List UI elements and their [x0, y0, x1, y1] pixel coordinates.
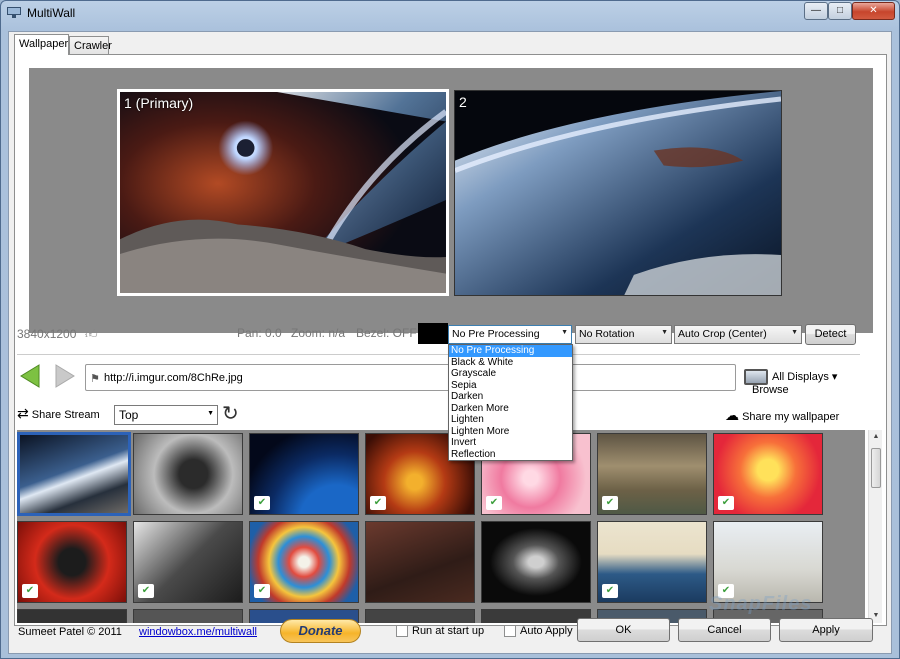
sort-combo[interactable]: Top: [114, 405, 218, 425]
scrollbar-thumb[interactable]: [871, 448, 881, 488]
wallpaper-thumbnail[interactable]: [133, 433, 243, 515]
tab-crawler[interactable]: Crawler: [69, 36, 112, 55]
grid-scrollbar[interactable]: ▲ ▼: [868, 430, 882, 623]
refresh-icon[interactable]: ↻: [222, 404, 239, 424]
bezel-status: Bezel: OFF: [356, 326, 417, 340]
app-icon: [7, 7, 21, 18]
ok-button[interactable]: OK: [577, 618, 670, 642]
wallpaper-thumbnail[interactable]: [481, 521, 591, 603]
all-displays-selector[interactable]: All Displays ▾: [744, 369, 837, 385]
close-button[interactable]: ✕: [852, 2, 895, 20]
share-stream-label: Share Stream: [31, 409, 100, 421]
rotation-combo[interactable]: No Rotation: [575, 325, 672, 344]
link-icon: ⚑: [90, 373, 100, 385]
pre-processing-combo[interactable]: No Pre Processing: [448, 325, 572, 344]
minimize-button[interactable]: —: [804, 2, 828, 20]
monitor-2-preview[interactable]: 2: [454, 90, 782, 296]
thumbs-up-icon: ✔: [22, 584, 38, 598]
scroll-up-icon[interactable]: ▲: [869, 430, 883, 444]
thumbs-up-icon: ✔: [254, 584, 270, 598]
shuffle-icon: ⇄: [17, 405, 29, 421]
wallpaper-thumbnail[interactable]: ✔: [713, 521, 823, 603]
credit-text: Sumeet Patel © 2011: [18, 626, 122, 638]
displays-label: All Displays: [772, 370, 829, 383]
thumbs-up-icon: ✔: [370, 496, 386, 510]
url-input[interactable]: ⚑ http://i.imgur.com/8ChRe.jpg ■ Browse: [85, 364, 789, 396]
thumbs-up-icon: ✔: [254, 496, 270, 510]
wallpaper-panel: 1 (Primary) 2 3840x1200 👍︎ Pan: 0.0 Zoom…: [14, 54, 887, 626]
donate-button[interactable]: Donate: [280, 619, 361, 643]
detect-button[interactable]: Detect: [805, 324, 856, 345]
share-wallpaper-label: Share my wallpaper: [742, 411, 840, 423]
app-window: MultiWall — □ ✕ Wallpaper Crawler 1 (Pri…: [0, 0, 900, 659]
back-arrow-icon[interactable]: [19, 363, 41, 389]
dropdown-option[interactable]: Darken More: [449, 403, 572, 415]
thumbs-up-icon[interactable]: 👍︎: [85, 327, 98, 342]
wallpaper-thumbnail[interactable]: ✔: [249, 433, 359, 515]
zoom-value: Zoom: n/a: [291, 326, 346, 340]
monitor-1-label: 1 (Primary): [124, 95, 194, 111]
dropdown-option[interactable]: Grayscale: [449, 368, 572, 380]
checkbox-label: Auto Apply: [520, 625, 573, 637]
wallpaper-thumbnail[interactable]: ✔: [597, 521, 707, 603]
dropdown-option[interactable]: Sepia: [449, 380, 572, 392]
checkbox-box: [396, 625, 408, 638]
monitor-1-preview[interactable]: 1 (Primary): [117, 89, 449, 296]
forward-arrow-icon[interactable]: [54, 363, 76, 389]
thumbs-up-icon: ✔: [602, 496, 618, 510]
wallpaper-thumbnail[interactable]: ✔: [17, 521, 127, 603]
checkbox-box: [504, 625, 516, 638]
dropdown-option[interactable]: Lighten More: [449, 426, 572, 438]
footer-bar: Sumeet Patel © 2011 windowbox.me/multiwa…: [9, 614, 893, 654]
thumbs-up-icon: ✔: [718, 496, 734, 510]
monitor-preview-area: 1 (Primary) 2: [29, 68, 873, 333]
pan-value: Pan: 0.0: [237, 326, 282, 340]
chevron-down-icon: ▾: [831, 370, 838, 383]
resolution-label: 3840x1200: [17, 327, 77, 341]
monitor-2-label: 2: [459, 94, 467, 110]
maximize-button[interactable]: □: [828, 2, 852, 20]
dropdown-option[interactable]: Invert: [449, 437, 572, 449]
dropdown-option[interactable]: Reflection: [449, 449, 572, 461]
dropdown-option[interactable]: Lighten: [449, 414, 572, 426]
apply-button[interactable]: Apply: [779, 618, 873, 642]
window-title: MultiWall: [27, 6, 76, 20]
run-at-startup-checkbox[interactable]: Run at start up: [396, 625, 485, 638]
dropdown-option[interactable]: No Pre Processing: [449, 345, 572, 357]
wallpaper-thumbnail[interactable]: [365, 521, 475, 603]
thumbs-up-icon: ✔: [486, 496, 502, 510]
dropdown-option[interactable]: Black & White: [449, 357, 572, 369]
bezel-color-swatch[interactable]: [418, 323, 448, 344]
dropdown-option[interactable]: Darken: [449, 391, 572, 403]
website-link[interactable]: windowbox.me/multiwall: [139, 626, 257, 638]
thumbs-up-icon: ✔: [602, 584, 618, 598]
crop-combo[interactable]: Auto Crop (Center): [674, 325, 802, 344]
share-wallpaper-button[interactable]: ☁ Share my wallpaper: [725, 407, 839, 424]
thumbs-up-icon: ✔: [138, 584, 154, 598]
checkbox-label: Run at start up: [412, 625, 485, 637]
tab-wallpaper[interactable]: Wallpaper: [14, 34, 69, 55]
wallpaper-thumbnail[interactable]: ✔: [249, 521, 359, 603]
title-bar[interactable]: MultiWall — □ ✕: [1, 1, 899, 25]
wallpaper-image: [120, 92, 446, 293]
wallpaper-thumbnail[interactable]: ✔: [133, 521, 243, 603]
wallpaper-thumbnail[interactable]: ✔: [597, 433, 707, 515]
cloud-upload-icon: ☁: [725, 407, 739, 423]
cancel-button[interactable]: Cancel: [678, 618, 771, 642]
url-value: http://i.imgur.com/8ChRe.jpg: [104, 372, 243, 384]
client-area: Wallpaper Crawler 1 (Primary) 2 3840x120…: [8, 31, 892, 654]
section-divider: [17, 354, 860, 355]
browse-label: Browse: [752, 384, 789, 396]
wallpaper-thumbnail[interactable]: ✔: [713, 433, 823, 515]
share-stream-button[interactable]: ⇄ Share Stream: [17, 405, 100, 422]
monitor-icon: [744, 369, 768, 385]
watermark: SnapFiles: [709, 593, 813, 615]
pre-processing-dropdown: No Pre Processing Black & White Grayscal…: [448, 344, 573, 461]
wallpaper-thumbnail[interactable]: [17, 432, 131, 516]
auto-apply-checkbox[interactable]: Auto Apply: [504, 625, 573, 638]
wallpaper-image: [455, 91, 781, 295]
